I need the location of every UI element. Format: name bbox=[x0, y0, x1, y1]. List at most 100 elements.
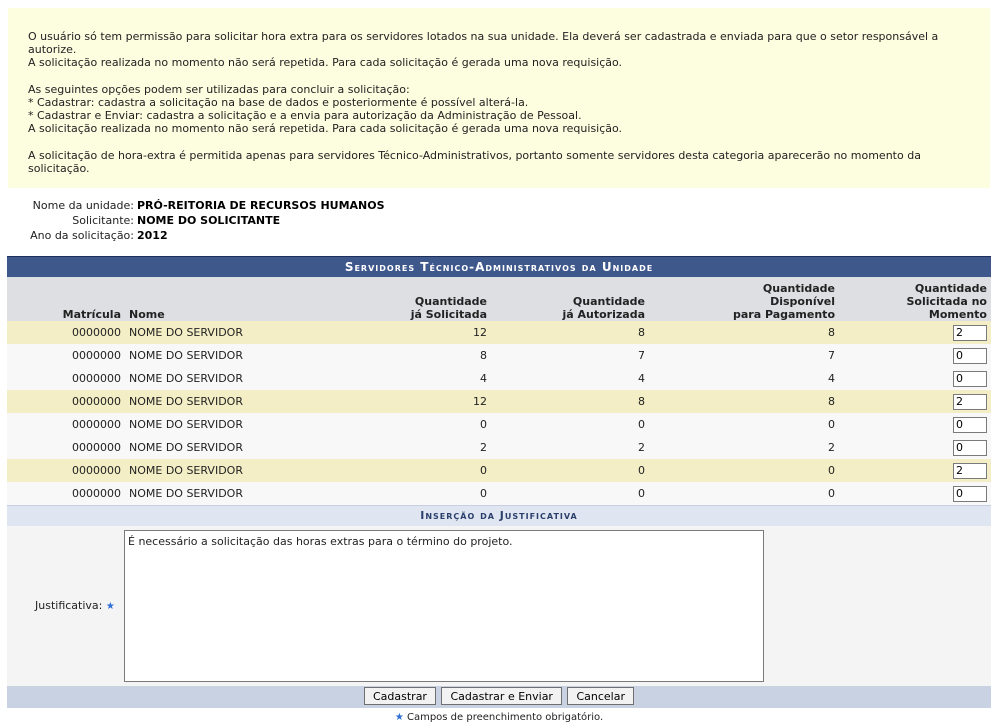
cell-disponivel: 8 bbox=[649, 390, 839, 413]
cell-matricula: 0000000 bbox=[7, 459, 125, 482]
help-line: O usuário só tem permissão para solicita… bbox=[28, 30, 939, 56]
help-line: * Cadastrar e Enviar: cadastra a solicit… bbox=[28, 109, 582, 122]
qty-input[interactable] bbox=[953, 347, 987, 364]
cell-disponivel: 2 bbox=[649, 436, 839, 459]
cell-disponivel: 7 bbox=[649, 344, 839, 367]
cell-matricula: 0000000 bbox=[7, 390, 125, 413]
col-nome: Nome bbox=[125, 277, 387, 321]
table-row: 0000000 NOME DO SERVIDOR 0 0 0 bbox=[7, 482, 991, 505]
qty-input[interactable] bbox=[953, 462, 987, 479]
cell-momento bbox=[839, 459, 991, 482]
cell-momento bbox=[839, 436, 991, 459]
cell-momento bbox=[839, 390, 991, 413]
help-line: A solicitação realizada no momento não s… bbox=[28, 122, 623, 135]
button-bar: Cadastrar Cadastrar e Enviar Cancelar bbox=[7, 686, 991, 708]
cell-nome: NOME DO SERVIDOR bbox=[125, 436, 387, 459]
cell-autorizada: 0 bbox=[491, 482, 649, 505]
cell-autorizada: 0 bbox=[491, 413, 649, 436]
justification-label: Justificativa: ★ bbox=[35, 599, 115, 612]
help-line: A solicitação realizada no momento não s… bbox=[28, 56, 623, 69]
table-caption: Servidores Técnico-Administrativos da Un… bbox=[7, 256, 991, 277]
qty-input[interactable] bbox=[953, 370, 987, 387]
cell-solicitada: 0 bbox=[387, 459, 491, 482]
help-line: As seguintes opções podem ser utilizadas… bbox=[28, 83, 410, 96]
cell-autorizada: 7 bbox=[491, 344, 649, 367]
year-label: Ano da solicitação: bbox=[30, 229, 134, 242]
cancelar-button[interactable]: Cancelar bbox=[567, 687, 634, 705]
footnote-text: Campos de preenchimento obrigatório. bbox=[406, 712, 604, 723]
required-star-icon: ★ bbox=[105, 601, 115, 612]
cell-momento bbox=[839, 344, 991, 367]
table-row: 0000000 NOME DO SERVIDOR 12 8 8 bbox=[7, 321, 991, 344]
qty-input[interactable] bbox=[953, 324, 987, 341]
col-solicitada: Quantidade já Solicitada bbox=[387, 277, 491, 321]
qty-input[interactable] bbox=[953, 439, 987, 456]
cadastrar-button[interactable]: Cadastrar bbox=[363, 687, 436, 705]
cell-autorizada: 8 bbox=[491, 390, 649, 413]
qty-input[interactable] bbox=[953, 393, 987, 410]
cell-nome: NOME DO SERVIDOR bbox=[125, 482, 387, 505]
requester-label: Solicitante: bbox=[72, 214, 134, 227]
cell-disponivel: 8 bbox=[649, 321, 839, 344]
cell-nome: NOME DO SERVIDOR bbox=[125, 344, 387, 367]
cell-momento bbox=[839, 321, 991, 344]
servers-table: Matrícula Nome Quantidade já Solicitada Q… bbox=[7, 277, 991, 505]
table-row: 0000000 NOME DO SERVIDOR 8 7 7 bbox=[7, 344, 991, 367]
justification-area: Justificativa: ★ É necessário a solicita… bbox=[7, 526, 991, 686]
cell-momento bbox=[839, 413, 991, 436]
cadastrar-enviar-button[interactable]: Cadastrar e Enviar bbox=[441, 687, 562, 705]
cell-matricula: 0000000 bbox=[7, 413, 125, 436]
year-value: 2012 bbox=[137, 229, 168, 242]
help-line: A solicitação de hora-extra é permitida … bbox=[28, 149, 921, 175]
cell-matricula: 0000000 bbox=[7, 367, 125, 390]
cell-autorizada: 8 bbox=[491, 321, 649, 344]
cell-disponivel: 4 bbox=[649, 367, 839, 390]
cell-matricula: 0000000 bbox=[7, 321, 125, 344]
cell-nome: NOME DO SERVIDOR bbox=[125, 321, 387, 344]
cell-momento bbox=[839, 367, 991, 390]
unit-value: PRÓ-REITORIA DE RECURSOS HUMANOS bbox=[137, 199, 385, 212]
requester-value: NOME DO SOLICITANTE bbox=[137, 214, 281, 227]
cell-solicitada: 4 bbox=[387, 367, 491, 390]
required-footnote: ★ Campos de preenchimento obrigatório. bbox=[0, 712, 998, 723]
qty-input[interactable] bbox=[953, 416, 987, 433]
cell-autorizada: 0 bbox=[491, 459, 649, 482]
cell-solicitada: 0 bbox=[387, 413, 491, 436]
cell-matricula: 0000000 bbox=[7, 344, 125, 367]
servers-panel: Servidores Técnico-Administrativos da Un… bbox=[7, 256, 991, 708]
qty-input[interactable] bbox=[953, 485, 987, 502]
col-disponivel: Quantidade Disponível para Pagamento bbox=[649, 277, 839, 321]
table-row: 0000000 NOME DO SERVIDOR 0 0 0 bbox=[7, 459, 991, 482]
help-box: O usuário só tem permissão para solicita… bbox=[8, 8, 990, 188]
cell-solicitada: 12 bbox=[387, 390, 491, 413]
justification-section-title: Inserção da Justificativa bbox=[7, 505, 991, 526]
cell-disponivel: 0 bbox=[649, 459, 839, 482]
required-star-icon: ★ bbox=[394, 712, 404, 723]
cell-matricula: 0000000 bbox=[7, 436, 125, 459]
cell-nome: NOME DO SERVIDOR bbox=[125, 367, 387, 390]
help-line: * Cadastrar: cadastra a solicitação na b… bbox=[28, 96, 529, 109]
col-momento: Quantidade Solicitada no Momento bbox=[839, 277, 991, 321]
cell-matricula: 0000000 bbox=[7, 482, 125, 505]
justification-textarea[interactable]: É necessário a solicitação das horas ext… bbox=[124, 530, 764, 682]
table-header-row: Matrícula Nome Quantidade já Solicitada Q… bbox=[7, 277, 991, 321]
cell-nome: NOME DO SERVIDOR bbox=[125, 459, 387, 482]
cell-disponivel: 0 bbox=[649, 413, 839, 436]
col-autorizada: Quantidade já Autorizada bbox=[491, 277, 649, 321]
cell-solicitada: 8 bbox=[387, 344, 491, 367]
table-row: 0000000 NOME DO SERVIDOR 12 8 8 bbox=[7, 390, 991, 413]
col-matricula: Matrícula bbox=[7, 277, 125, 321]
unit-label: Nome da unidade: bbox=[32, 199, 134, 212]
cell-nome: NOME DO SERVIDOR bbox=[125, 390, 387, 413]
table-row: 0000000 NOME DO SERVIDOR 2 2 2 bbox=[7, 436, 991, 459]
table-row: 0000000 NOME DO SERVIDOR 0 0 0 bbox=[7, 413, 991, 436]
cell-solicitada: 2 bbox=[387, 436, 491, 459]
cell-solicitada: 12 bbox=[387, 321, 491, 344]
cell-disponivel: 0 bbox=[649, 482, 839, 505]
cell-autorizada: 2 bbox=[491, 436, 649, 459]
cell-solicitada: 0 bbox=[387, 482, 491, 505]
table-row: 0000000 NOME DO SERVIDOR 4 4 4 bbox=[7, 367, 991, 390]
cell-momento bbox=[839, 482, 991, 505]
request-info: Nome da unidade: PRÓ-REITORIA DE RECURSO… bbox=[8, 198, 385, 243]
cell-nome: NOME DO SERVIDOR bbox=[125, 413, 387, 436]
